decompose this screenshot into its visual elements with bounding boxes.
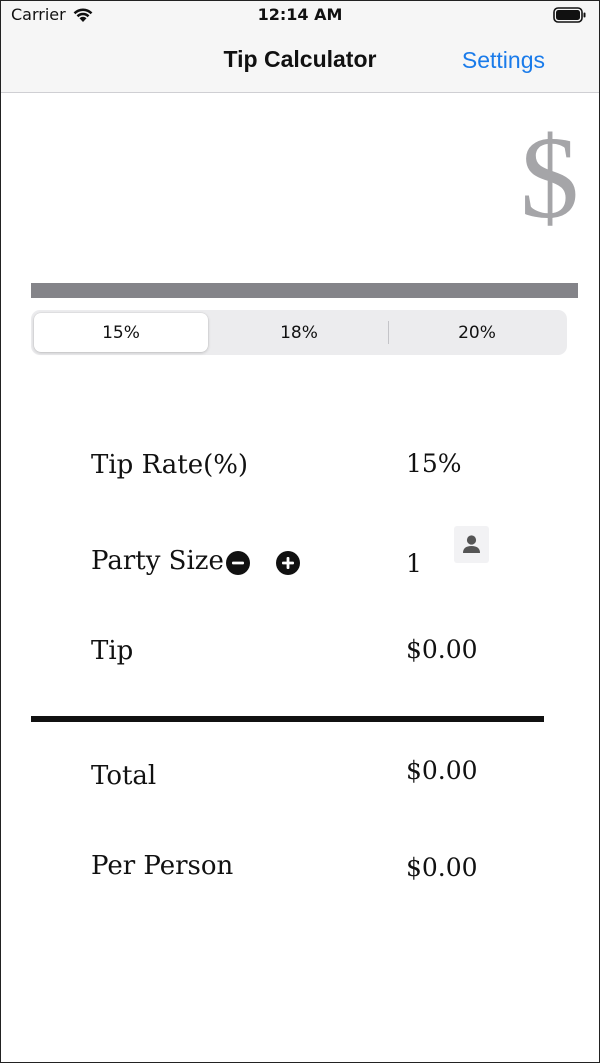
plus-circle-icon: [282, 557, 294, 569]
settings-button[interactable]: Settings: [462, 47, 545, 74]
app-screen: Carrier 12:14 AM Tip Calculator Settings…: [0, 0, 600, 1063]
increase-party-button[interactable]: [276, 551, 300, 575]
currency-symbol: $: [520, 112, 579, 243]
tip-rate-label: Tip Rate(%): [91, 450, 249, 480]
tip-option-18[interactable]: 18%: [212, 313, 386, 352]
tip-option-20[interactable]: 20%: [390, 313, 564, 352]
per-person-label: Per Person: [91, 851, 234, 881]
per-person-value: $0.00: [406, 853, 478, 882]
total-label: Total: [91, 761, 157, 791]
party-size-value: 1: [406, 549, 422, 578]
tip-label: Tip: [91, 636, 134, 666]
minus-circle-icon: [232, 561, 244, 565]
person-icon: [454, 526, 489, 563]
tip-value: $0.00: [406, 635, 478, 664]
decrease-party-button[interactable]: [226, 551, 250, 575]
bill-amount-bar[interactable]: [31, 283, 578, 298]
status-time: 12:14 AM: [257, 5, 343, 24]
tip-option-15[interactable]: 15%: [34, 313, 208, 352]
status-bar: Carrier 12:14 AM: [1, 1, 599, 29]
navigation-bar: Tip Calculator Settings: [1, 29, 599, 93]
tip-percentage-selector: 15% 18% 20%: [31, 310, 567, 355]
party-size-label: Party Size: [91, 546, 224, 576]
total-value: $0.00: [406, 756, 478, 785]
divider: [31, 716, 544, 722]
tip-rate-value: 15%: [406, 449, 462, 478]
segment-divider: [388, 321, 389, 344]
battery-icon: [553, 7, 586, 23]
